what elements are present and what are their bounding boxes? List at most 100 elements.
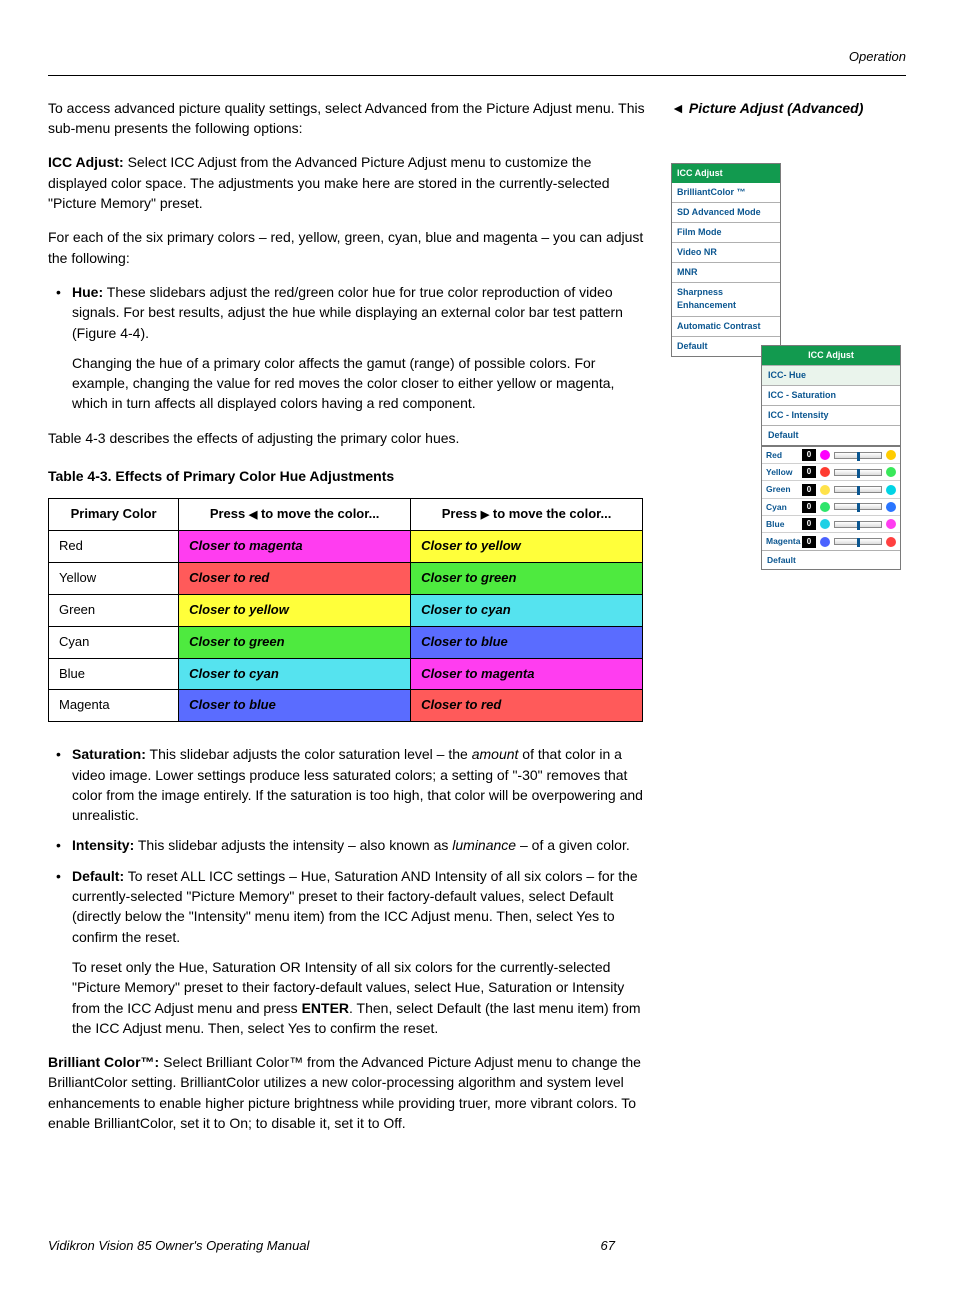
slider-label: Magenta bbox=[766, 535, 798, 547]
slider-row: Blue 0 bbox=[762, 515, 900, 532]
slider-row: Cyan 0 bbox=[762, 498, 900, 515]
right-color-dot bbox=[886, 450, 896, 460]
slider-value: 0 bbox=[802, 518, 816, 530]
right-effect-cell: Closer to magenta bbox=[411, 658, 643, 690]
brilliant-para: Brilliant Color™: Select Brilliant Color… bbox=[48, 1052, 653, 1133]
hue-sliders-panel: Red 0 Yellow 0 Green 0 Cyan 0 Blue 0 Mag… bbox=[761, 446, 901, 570]
slider-value: 0 bbox=[802, 484, 816, 496]
slider-value: 0 bbox=[802, 501, 816, 513]
primary-color-cell: Cyan bbox=[49, 626, 179, 658]
th-left: Press ◀ to move the color... bbox=[179, 499, 411, 531]
slider-value: 0 bbox=[802, 449, 816, 461]
slider-row: Yellow 0 bbox=[762, 463, 900, 480]
primary-color-cell: Blue bbox=[49, 658, 179, 690]
icc-submenu-header: ICC Adjust bbox=[762, 346, 900, 365]
table-lead: Table 4-3 describes the effects of adjus… bbox=[48, 428, 653, 448]
primary-color-cell: Red bbox=[49, 531, 179, 563]
left-effect-cell: Closer to green bbox=[179, 626, 411, 658]
slider-track[interactable] bbox=[834, 469, 882, 476]
bullet-saturation: Saturation: This slidebar adjusts the co… bbox=[72, 744, 653, 825]
slider-thumb[interactable] bbox=[857, 469, 860, 478]
right-effect-cell: Closer to cyan bbox=[411, 594, 643, 626]
sidebar-heading: ◄Picture Adjust (Advanced) bbox=[671, 98, 906, 118]
sat-label: Saturation: bbox=[72, 746, 146, 762]
right-arrow-icon: ▶ bbox=[481, 509, 489, 521]
left-effect-cell: Closer to red bbox=[179, 563, 411, 595]
slider-track[interactable] bbox=[834, 452, 882, 459]
slider-row: Magenta 0 bbox=[762, 532, 900, 549]
slider-thumb[interactable] bbox=[857, 503, 860, 512]
slider-track[interactable] bbox=[834, 538, 882, 545]
slider-row: Red 0 bbox=[762, 447, 900, 463]
left-color-dot bbox=[820, 450, 830, 460]
icc-submenu: ICC Adjust ICC- HueICC - SaturationICC -… bbox=[761, 345, 901, 446]
slider-thumb[interactable] bbox=[857, 452, 860, 461]
left-color-dot bbox=[820, 537, 830, 547]
slider-label: Cyan bbox=[766, 501, 798, 513]
slider-label: Green bbox=[766, 483, 798, 495]
advanced-menu-header: ICC Adjust bbox=[672, 164, 780, 183]
def-sub-para: To reset only the Hue, Saturation OR Int… bbox=[72, 957, 653, 1038]
header-section: Operation bbox=[48, 48, 906, 67]
slider-thumb[interactable] bbox=[857, 486, 860, 495]
menu-item[interactable]: MNR bbox=[672, 262, 780, 282]
slider-track[interactable] bbox=[834, 486, 882, 493]
hue-effects-table: Primary Color Press ◀ to move the color.… bbox=[48, 498, 643, 722]
right-color-dot bbox=[886, 485, 896, 495]
submenu-item[interactable]: ICC - Intensity bbox=[762, 405, 900, 425]
menu-item[interactable]: Automatic Contrast bbox=[672, 316, 780, 336]
icc-adjust-text: Select ICC Adjust from the Advanced Pict… bbox=[48, 154, 610, 211]
slider-default[interactable]: Default bbox=[762, 550, 900, 569]
table-row: RedCloser to magentaCloser to yellow bbox=[49, 531, 643, 563]
brilliant-label: Brilliant Color™: bbox=[48, 1054, 159, 1070]
slider-label: Yellow bbox=[766, 466, 798, 478]
bullet-hue: Hue: These slidebars adjust the red/gree… bbox=[72, 282, 653, 414]
table-row: GreenCloser to yellowCloser to cyan bbox=[49, 594, 643, 626]
left-effect-cell: Closer to magenta bbox=[179, 531, 411, 563]
menu-item[interactable]: Film Mode bbox=[672, 222, 780, 242]
sat-amount: amount bbox=[472, 746, 519, 762]
th-right: Press ▶ to move the color... bbox=[411, 499, 643, 531]
intro-p1: To access advanced picture quality setti… bbox=[48, 98, 653, 139]
table-row: MagentaCloser to blueCloser to red bbox=[49, 690, 643, 722]
menu-item[interactable]: SD Advanced Mode bbox=[672, 202, 780, 222]
submenu-item[interactable]: ICC - Saturation bbox=[762, 385, 900, 405]
def-text: To reset ALL ICC settings – Hue, Saturat… bbox=[72, 868, 638, 945]
int-label: Intensity: bbox=[72, 837, 134, 853]
slider-row: Green 0 bbox=[762, 480, 900, 497]
left-color-dot bbox=[820, 519, 830, 529]
icc-adjust-para: ICC Adjust: Select ICC Adjust from the A… bbox=[48, 152, 653, 213]
table-row: BlueCloser to cyanCloser to magenta bbox=[49, 658, 643, 690]
menu-item[interactable]: BrilliantColor ™ bbox=[672, 183, 780, 202]
right-color-dot bbox=[886, 467, 896, 477]
submenu-item[interactable]: ICC- Hue bbox=[762, 365, 900, 385]
primary-color-cell: Yellow bbox=[49, 563, 179, 595]
int-luminance: luminance bbox=[452, 837, 516, 853]
back-arrow-icon: ◄ bbox=[671, 100, 685, 116]
slider-label: Red bbox=[766, 449, 798, 461]
slider-track[interactable] bbox=[834, 521, 882, 528]
slider-value: 0 bbox=[802, 536, 816, 548]
footer-manual-title: Vidikron Vision 85 Owner's Operating Man… bbox=[48, 1237, 309, 1256]
slider-thumb[interactable] bbox=[857, 538, 860, 547]
left-effect-cell: Closer to yellow bbox=[179, 594, 411, 626]
right-color-dot bbox=[886, 502, 896, 512]
menu-item[interactable]: Sharpness Enhancement bbox=[672, 282, 780, 315]
icc-adjust-label: ICC Adjust: bbox=[48, 154, 124, 170]
right-effect-cell: Closer to yellow bbox=[411, 531, 643, 563]
slider-thumb[interactable] bbox=[857, 521, 860, 530]
submenu-item[interactable]: Default bbox=[762, 425, 900, 445]
right-color-dot bbox=[886, 537, 896, 547]
menu-item[interactable]: Video NR bbox=[672, 242, 780, 262]
right-color-dot bbox=[886, 519, 896, 529]
slider-track[interactable] bbox=[834, 503, 882, 510]
slider-value: 0 bbox=[802, 466, 816, 478]
hue-label: Hue: bbox=[72, 284, 103, 300]
hue-sub-para: Changing the hue of a primary color affe… bbox=[72, 353, 653, 414]
bullet-default: Default: To reset ALL ICC settings – Hue… bbox=[72, 866, 653, 1038]
left-color-dot bbox=[820, 502, 830, 512]
bullet-intensity: Intensity: This slidebar adjusts the int… bbox=[72, 835, 653, 855]
def2-enter: ENTER bbox=[302, 1000, 349, 1016]
right-effect-cell: Closer to blue bbox=[411, 626, 643, 658]
table-row: YellowCloser to redCloser to green bbox=[49, 563, 643, 595]
